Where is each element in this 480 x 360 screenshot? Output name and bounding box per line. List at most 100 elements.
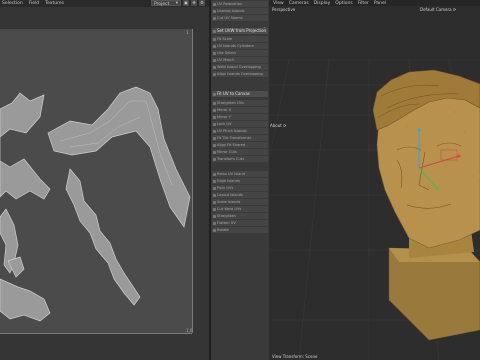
tool-panel-item[interactable]: Scale Islands — [212, 199, 268, 205]
tool-panel-item[interactable]: Fit UV to Canvas — [212, 91, 268, 97]
menu-display[interactable]: Display — [314, 1, 331, 6]
tool-panel-item[interactable]: Cut UV Seams — [212, 15, 268, 21]
tool-icon — [213, 122, 216, 126]
tool-icon — [213, 72, 216, 76]
tool-icon — [213, 150, 216, 154]
tool-panel-item[interactable]: Unwrap Islands — [212, 8, 268, 14]
3d-viewport[interactable] — [269, 0, 480, 360]
tool-panel-item[interactable]: Pack UVs — [212, 185, 268, 191]
tool-panel-item[interactable]: Mirror Y — [212, 114, 268, 120]
tool-panel-item-label: Layout Islands — [217, 193, 243, 197]
tool-icon — [213, 136, 216, 140]
tool-icon — [213, 228, 216, 232]
tool-panel-item-label: Rotate — [217, 228, 229, 232]
tool-panel-item-label: UV Relaxation — [217, 2, 243, 6]
tool-panel-item[interactable]: Layout Islands — [212, 192, 268, 198]
tool-icon — [213, 193, 216, 197]
tool-panel-item[interactable]: Rotate — [212, 227, 268, 233]
tool-icon — [213, 143, 216, 147]
tool-panel-item[interactable]: Flatten UV — [212, 220, 268, 226]
uv-mode-select[interactable]: Project ▾ — [151, 0, 181, 7]
tool-icon — [213, 65, 216, 69]
tool-panel-item-label: Straighten UVs — [217, 101, 244, 105]
uv-canvas[interactable] — [0, 29, 192, 333]
tool-panel-item[interactable]: UV Match — [212, 57, 268, 63]
tool-panel-item[interactable]: Relax UV Island — [212, 171, 268, 177]
move-icon[interactable]: ✥ — [191, 0, 197, 6]
tool-panel-item-label: Unwrap Islands — [217, 9, 245, 13]
tool-panel-item[interactable]: UV Pinch Islands — [212, 128, 268, 134]
tool-panel-item-label: Mirror Cuts — [217, 150, 237, 154]
tool-icon — [213, 186, 216, 190]
tool-panel-item-label: Mirror X — [217, 108, 232, 112]
tool-panel-item[interactable]: Set UVW from Projection — [212, 28, 268, 34]
tool-panel-item-label: Transform Cuts — [217, 157, 245, 161]
tool-panel-item-label: Edge Islands — [217, 179, 240, 183]
tool-icon — [213, 207, 216, 211]
tool-panel-item[interactable]: Edge Islands — [212, 178, 268, 184]
tool-panel-item[interactable]: Mirror X — [212, 107, 268, 113]
tool-panel-item-label: Straighten — [217, 214, 236, 218]
tool-panel-item[interactable]: Transform Cuts — [212, 156, 268, 162]
tool-icon — [213, 92, 216, 96]
menu-selection[interactable]: Selection — [2, 1, 23, 6]
tool-icon — [213, 157, 216, 161]
tool-panel-item[interactable]: Fit Scale — [212, 36, 268, 42]
tool-icon — [213, 101, 216, 105]
tool-panel-item-label: UV Pinch Islands — [217, 129, 247, 133]
tool-panel-item-label: Fit UV to Canvas — [217, 91, 250, 96]
frame-icon[interactable]: ▣ — [183, 0, 189, 6]
tool-panel-item[interactable]: UV Islands Cylinders — [212, 43, 268, 49]
menu-textures[interactable]: Textures — [45, 1, 64, 6]
uv-island — [47, 86, 191, 228]
tool-panel-item[interactable]: Align Islands Overlapping — [212, 71, 268, 77]
tool-icon — [213, 9, 216, 13]
tool-panel-item-label: Pack UVs — [217, 186, 234, 190]
tool-panel-item-label: Cut UV Seams — [217, 16, 243, 20]
uv-toolbar: ▣ ✥ ⚙ — [183, 0, 205, 6]
uv-island — [0, 92, 51, 200]
uv-islands — [0, 86, 191, 322]
tool-panel-item-label: Use Select — [217, 51, 236, 55]
gear-icon[interactable]: ⚙ — [199, 0, 205, 6]
tool-icon — [213, 37, 216, 41]
tool-icon — [213, 129, 216, 133]
viewport-about-label: About ⟳ — [270, 123, 287, 128]
uv-island — [0, 278, 51, 322]
menu-field[interactable]: Field — [29, 1, 39, 6]
tool-panel-item-label: Scale Islands — [217, 200, 241, 204]
tool-panel-item-label: Cut Weld UVs — [217, 207, 242, 211]
tool-panel-item[interactable]: Align Fit Shared — [212, 142, 268, 148]
uv-menubar: Selection Field Textures Project ▾ ▣ ✥ ⚙ — [0, 0, 209, 7]
menu-cameras[interactable]: Cameras — [289, 1, 309, 6]
tool-panel-item-label: Fit Tile Transformer — [217, 136, 252, 140]
tool-panel-item[interactable]: Lock UV — [212, 121, 268, 127]
tool-panel-item[interactable]: Mirror Cuts — [212, 149, 268, 155]
tool-icon — [213, 29, 216, 33]
tool-panel-item[interactable]: Weld Island Overlapping — [212, 64, 268, 70]
tool-icon — [213, 44, 216, 48]
viewport-status: View Transform: Scene — [272, 354, 318, 359]
tool-panel-item[interactable]: UV Relaxation — [212, 1, 268, 7]
tool-panel-item[interactable]: Cut Weld UVs — [212, 206, 268, 212]
tool-panel-item[interactable]: Straighten — [212, 213, 268, 219]
tool-icon — [213, 16, 216, 20]
tool-panel-item[interactable]: Use Select — [212, 50, 268, 56]
menu-options[interactable]: Options — [335, 1, 352, 6]
menu-view[interactable]: View — [273, 1, 284, 6]
tool-panel-item[interactable]: Straighten UVs — [212, 100, 268, 106]
tool-panel-item[interactable]: Fit Tile Transformer — [212, 135, 268, 141]
uv-mode-label: Project — [154, 2, 170, 7]
viewport-projection-label[interactable]: Perspective — [272, 7, 295, 12]
viewport-camera-label[interactable]: Default Camera ⟳ — [420, 7, 456, 12]
menu-filter[interactable]: Filter — [358, 1, 369, 6]
tool-icon — [213, 51, 216, 55]
tool-panel-item-label: Flatten UV — [217, 221, 236, 225]
tool-panel-item-label: Lock UV — [217, 122, 232, 126]
tool-panel-item-label: UV Islands Cylinders — [217, 44, 254, 48]
menu-panel[interactable]: Panel — [374, 1, 386, 6]
uv-coordinate-bottom: 1,0 — [186, 328, 193, 333]
tool-panel-item-label: Mirror Y — [217, 115, 231, 119]
tool-icon — [213, 214, 216, 218]
tool-icon — [213, 108, 216, 112]
